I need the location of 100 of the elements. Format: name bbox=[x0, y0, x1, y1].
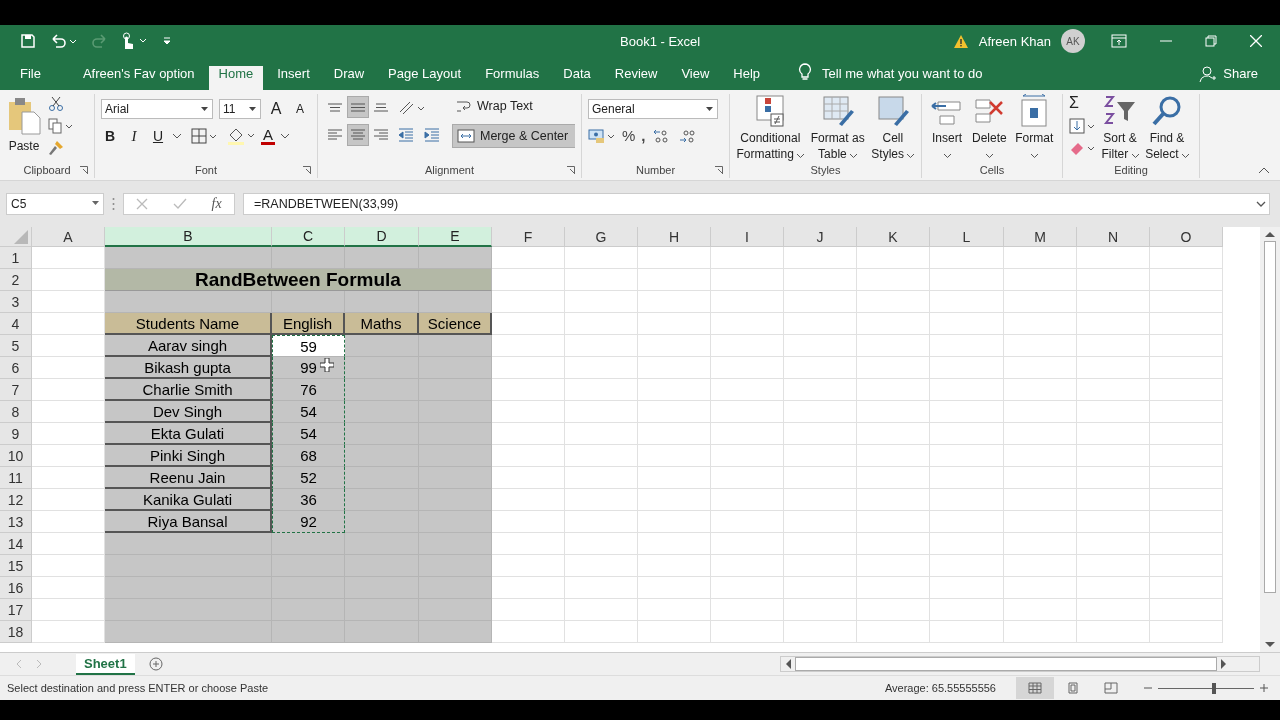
column-header[interactable]: B bbox=[105, 227, 272, 247]
font-size-field[interactable]: 11 bbox=[219, 99, 261, 119]
styles-button[interactable]: Cell Styles bbox=[867, 94, 918, 162]
find-button[interactable]: Find & Select bbox=[1145, 94, 1189, 162]
column-header[interactable]: D bbox=[345, 227, 419, 247]
row-header[interactable]: 13 bbox=[0, 511, 32, 533]
italic-button[interactable]: I bbox=[125, 127, 143, 145]
share-icon[interactable] bbox=[1199, 65, 1218, 83]
restore-icon[interactable] bbox=[1205, 35, 1217, 47]
ribbon-tab[interactable]: Data bbox=[553, 66, 601, 90]
conditional-button[interactable]: Conditional Formatting bbox=[733, 94, 808, 162]
scroll-left-icon[interactable] bbox=[785, 659, 791, 669]
warning-icon[interactable] bbox=[952, 33, 969, 49]
tell-me-field[interactable]: Tell me what you want to do bbox=[822, 66, 983, 90]
column-header[interactable]: L bbox=[930, 227, 1004, 247]
column-header[interactable]: N bbox=[1077, 227, 1150, 247]
autosum-button[interactable]: Σ bbox=[1069, 94, 1079, 112]
ribbon-tab[interactable]: Help bbox=[723, 66, 771, 90]
number-format-field[interactable]: General bbox=[588, 99, 718, 119]
column-header[interactable]: E bbox=[419, 227, 492, 247]
column-header[interactable]: G bbox=[565, 227, 638, 247]
scroll-right-icon[interactable] bbox=[1221, 659, 1227, 669]
decrease-font-button[interactable]: A bbox=[291, 102, 309, 116]
share-button[interactable]: Share bbox=[1217, 66, 1280, 90]
row-header[interactable]: 9 bbox=[0, 423, 32, 445]
dialog-launcher-icon[interactable] bbox=[567, 166, 575, 174]
table-button[interactable]: Format as Table bbox=[809, 94, 866, 162]
middle-align-button[interactable] bbox=[347, 96, 369, 118]
merge-center-button[interactable]: Merge & Center bbox=[452, 124, 575, 148]
wrap-text-button[interactable]: Wrap Text bbox=[452, 94, 575, 118]
column-header[interactable]: J bbox=[784, 227, 857, 247]
ribbon-tab[interactable]: Review bbox=[604, 66, 668, 90]
add-sheet-icon[interactable] bbox=[148, 657, 163, 671]
fill-icon[interactable] bbox=[1069, 118, 1095, 134]
expand-formula-icon[interactable] bbox=[1256, 201, 1266, 207]
column-header[interactable]: K bbox=[857, 227, 930, 247]
currency-icon[interactable] bbox=[588, 127, 616, 144]
ribbon-tab[interactable]: Home bbox=[208, 66, 264, 90]
fill-color-icon[interactable] bbox=[227, 127, 255, 145]
row-header[interactable]: 18 bbox=[0, 621, 32, 643]
decrease-indent-icon[interactable] bbox=[398, 128, 414, 142]
row-header[interactable]: 3 bbox=[0, 291, 32, 313]
caret-icon[interactable] bbox=[173, 133, 181, 139]
sheet-tab[interactable]: Sheet1 bbox=[76, 653, 135, 675]
column-header[interactable]: A bbox=[32, 227, 105, 247]
save-icon[interactable] bbox=[20, 33, 36, 49]
splitter-icon[interactable] bbox=[112, 197, 115, 211]
row-header[interactable]: 6 bbox=[0, 357, 32, 379]
copy-icon[interactable] bbox=[48, 118, 74, 134]
caret-icon[interactable] bbox=[281, 133, 289, 139]
column-header[interactable]: H bbox=[638, 227, 711, 247]
row-header[interactable]: 10 bbox=[0, 445, 32, 467]
row-header[interactable]: 15 bbox=[0, 555, 32, 577]
dialog-launcher-icon[interactable] bbox=[303, 166, 311, 174]
row-header[interactable]: 4 bbox=[0, 313, 32, 335]
bold-button[interactable]: B bbox=[101, 128, 119, 144]
row-header[interactable]: 14 bbox=[0, 533, 32, 555]
ribbon-tab[interactable]: Formulas bbox=[475, 66, 550, 90]
scrollbar-thumb[interactable] bbox=[795, 657, 1217, 671]
increase-indent-icon[interactable] bbox=[424, 128, 440, 142]
format-button[interactable]: Format bbox=[1012, 94, 1056, 162]
user-name[interactable]: Afreen Khan bbox=[978, 33, 1051, 49]
decrease-decimal-icon[interactable] bbox=[677, 127, 698, 144]
column-header[interactable]: I bbox=[711, 227, 784, 247]
row-header[interactable]: 17 bbox=[0, 599, 32, 621]
row-header[interactable]: 5 bbox=[0, 335, 32, 357]
ribbon-tab[interactable]: Draw bbox=[323, 66, 375, 90]
user-avatar[interactable]: AK bbox=[1061, 29, 1085, 53]
column-header[interactable]: C bbox=[272, 227, 345, 247]
close-icon[interactable] bbox=[1250, 35, 1262, 47]
ribbon-tab[interactable]: View bbox=[671, 66, 720, 90]
formula-field[interactable]: =RANDBETWEEN(33,99) bbox=[243, 193, 1270, 215]
insert-function-button[interactable]: fx bbox=[211, 196, 222, 212]
column-header[interactable]: F bbox=[492, 227, 565, 247]
row-header[interactable]: 7 bbox=[0, 379, 32, 401]
row-header[interactable]: 2 bbox=[0, 269, 32, 291]
column-header[interactable]: M bbox=[1004, 227, 1077, 247]
row-header[interactable]: 8 bbox=[0, 401, 32, 423]
undo-icon[interactable] bbox=[50, 33, 76, 49]
delete-button[interactable]: Delete bbox=[968, 94, 1011, 162]
ribbon-tab[interactable]: File bbox=[10, 66, 51, 90]
ribbon-display-icon[interactable] bbox=[1111, 34, 1127, 48]
ribbon-tab[interactable]: Afreen's Fav option bbox=[72, 66, 205, 90]
row-header[interactable]: 1 bbox=[0, 247, 32, 269]
collapse-ribbon-icon[interactable] bbox=[1258, 166, 1270, 174]
comma-button[interactable]: , bbox=[641, 127, 646, 144]
scroll-down-icon[interactable] bbox=[1265, 642, 1275, 648]
dialog-launcher-icon[interactable] bbox=[715, 166, 723, 174]
scroll-up-icon[interactable] bbox=[1265, 231, 1275, 237]
percent-button[interactable]: % bbox=[622, 127, 636, 144]
scrollbar-thumb[interactable] bbox=[1264, 241, 1276, 593]
ribbon-tab[interactable]: Insert bbox=[267, 66, 320, 90]
column-header[interactable]: O bbox=[1150, 227, 1223, 247]
row-header[interactable]: 11 bbox=[0, 467, 32, 489]
normal-view-button[interactable] bbox=[1016, 677, 1054, 699]
borders-icon[interactable] bbox=[191, 128, 217, 144]
sort-button[interactable]: Sort & Filter bbox=[1098, 94, 1142, 162]
increase-font-button[interactable]: A bbox=[267, 100, 285, 118]
zoom-in-icon[interactable] bbox=[1260, 684, 1268, 692]
row-header[interactable]: 12 bbox=[0, 489, 32, 511]
